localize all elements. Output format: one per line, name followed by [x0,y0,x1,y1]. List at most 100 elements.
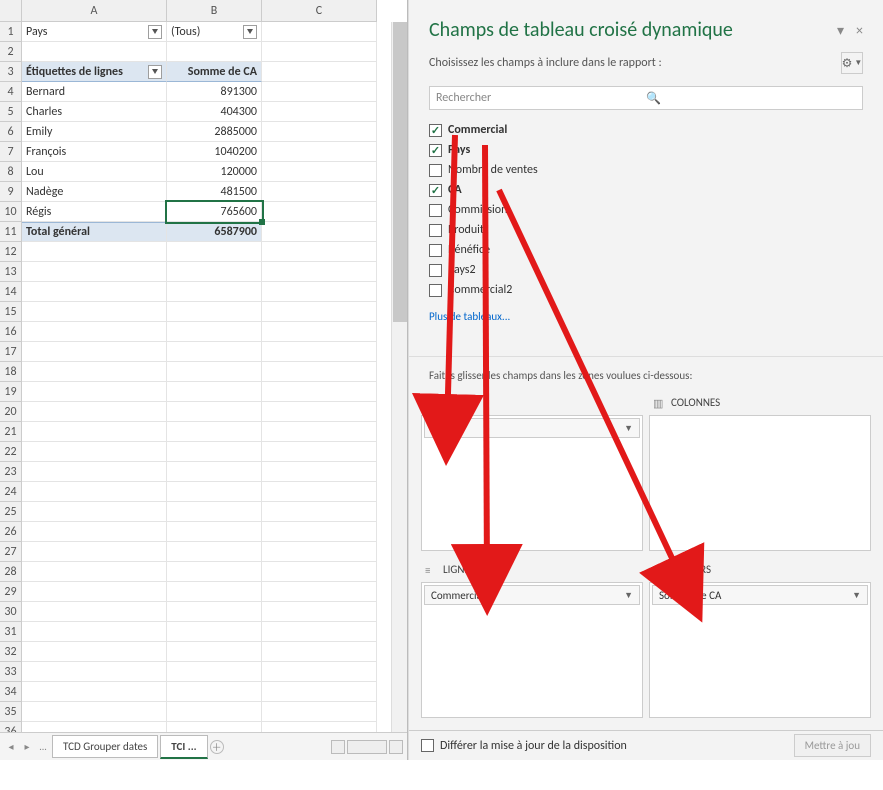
cell[interactable]: 404300 [167,102,262,122]
cell[interactable]: Somme de CA [167,62,262,82]
cell[interactable] [22,642,167,662]
cell[interactable] [262,22,377,42]
cell[interactable]: 2885000 [167,122,262,142]
row-header[interactable]: 32 [0,642,22,662]
cell[interactable]: Étiquettes de lignes [22,62,167,82]
row-header[interactable]: 1 [0,22,22,42]
tab-nav-prev-icon[interactable]: ▸ [20,740,34,754]
scroll-thumb[interactable] [393,22,407,322]
tab-nav-first-icon[interactable]: ◂ [4,740,18,754]
row-header[interactable]: 27 [0,542,22,562]
zone-item[interactable]: Pays▼ [424,418,640,438]
cell[interactable]: Lou [22,162,167,182]
cell[interactable] [167,462,262,482]
update-button[interactable]: Mettre à jou [794,734,871,757]
cell[interactable] [167,502,262,522]
cell[interactable]: 6587900 [167,222,262,242]
row-header[interactable]: 6 [0,122,22,142]
field-item[interactable]: Commission [429,200,863,220]
cell[interactable] [22,582,167,602]
pane-dropdown-icon[interactable]: ▾ [837,22,844,39]
cell[interactable] [262,162,377,182]
cell[interactable] [262,322,377,342]
cell[interactable] [262,422,377,442]
row-header[interactable]: 24 [0,482,22,502]
cell[interactable] [262,242,377,262]
row-header[interactable]: 23 [0,462,22,482]
cell[interactable] [262,602,377,622]
cell[interactable] [22,562,167,582]
cell[interactable] [167,282,262,302]
pane-settings-button[interactable]: ⚙▼ [841,52,863,74]
cell[interactable] [167,582,262,602]
cell[interactable] [22,242,167,262]
field-item[interactable]: Nombre de ventes [429,160,863,180]
field-item[interactable]: Commercial [429,120,863,140]
cell[interactable] [167,442,262,462]
cell[interactable] [262,582,377,602]
cell[interactable] [22,722,167,732]
field-item[interactable]: CA [429,180,863,200]
cell[interactable] [262,382,377,402]
chevron-down-icon[interactable]: ▼ [624,423,633,434]
cell[interactable] [262,222,377,242]
cell[interactable] [262,682,377,702]
cell[interactable] [22,342,167,362]
row-header[interactable]: 29 [0,582,22,602]
cell[interactable] [22,42,167,62]
cell[interactable]: Régis [22,202,167,222]
cell[interactable] [262,142,377,162]
cell[interactable]: Bernard [22,82,167,102]
cell[interactable] [22,262,167,282]
cell[interactable] [262,62,377,82]
cell[interactable] [167,562,262,582]
row-header[interactable]: 35 [0,702,22,722]
row-header[interactable]: 9 [0,182,22,202]
zone-values-body[interactable]: Somme de CA▼ [649,582,871,718]
cell[interactable] [167,242,262,262]
row-dropdown-icon[interactable] [148,65,162,79]
cell[interactable] [167,642,262,662]
cell[interactable]: 481500 [167,182,262,202]
cell[interactable] [167,382,262,402]
row-header[interactable]: 2 [0,42,22,62]
field-item[interactable]: Commercial2 [429,280,863,300]
cell[interactable] [22,482,167,502]
cell[interactable] [22,282,167,302]
chevron-down-icon[interactable]: ▼ [624,590,633,601]
cell[interactable] [262,82,377,102]
field-checkbox[interactable] [429,264,442,277]
cell[interactable] [262,702,377,722]
cell[interactable] [22,462,167,482]
row-header[interactable]: 14 [0,282,22,302]
row-header[interactable]: 5 [0,102,22,122]
cell[interactable]: Pays [22,22,167,42]
cell[interactable] [167,362,262,382]
row-header[interactable]: 18 [0,362,22,382]
horizontal-scroll[interactable] [331,740,403,754]
filter-dropdown-icon[interactable] [243,25,257,39]
row-header[interactable]: 16 [0,322,22,342]
cell[interactable] [167,402,262,422]
cell[interactable] [167,42,262,62]
cell[interactable] [262,502,377,522]
cell[interactable] [22,422,167,442]
field-checkbox[interactable] [429,164,442,177]
row-header[interactable]: 34 [0,682,22,702]
cell[interactable] [262,342,377,362]
row-header[interactable]: 28 [0,562,22,582]
zone-columns-body[interactable] [649,415,871,551]
cell[interactable]: Emily [22,122,167,142]
cell[interactable] [262,662,377,682]
cell[interactable] [22,682,167,702]
field-search-input[interactable]: Rechercher 🔍 [429,86,863,110]
cell[interactable]: Total général [22,222,167,242]
cell[interactable] [262,42,377,62]
cell[interactable] [262,482,377,502]
cell[interactable] [262,522,377,542]
field-checkbox[interactable] [429,124,442,137]
row-header[interactable]: 3 [0,62,22,82]
cell[interactable] [22,542,167,562]
zone-item[interactable]: Commercial▼ [424,585,640,605]
cell[interactable] [22,602,167,622]
